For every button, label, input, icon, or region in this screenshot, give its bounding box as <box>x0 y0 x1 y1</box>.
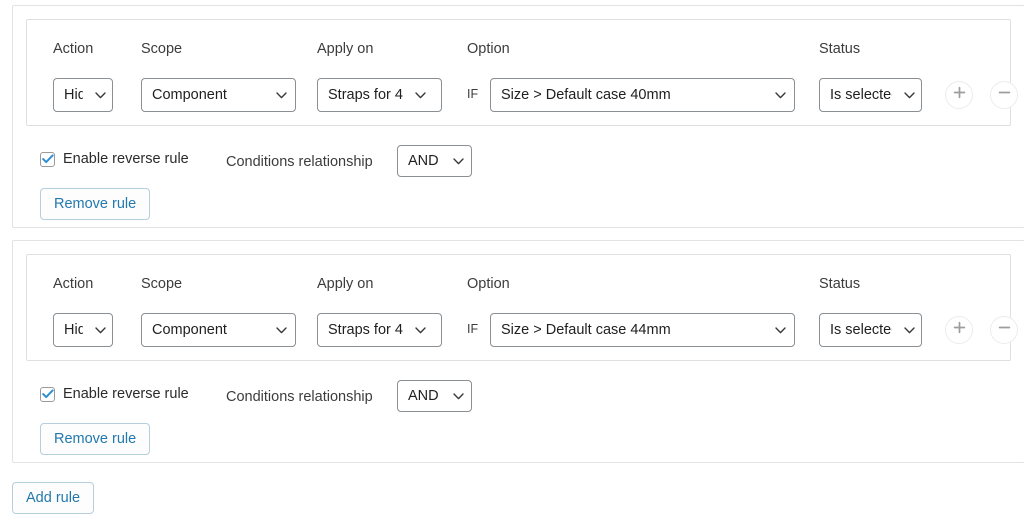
rule-block: Action Scope Apply on Option Status Hid … <box>12 240 1024 463</box>
status-select[interactable]: Is selected <box>819 313 922 347</box>
conditions-relationship-select[interactable]: AND <box>397 145 472 177</box>
column-header-status: Status <box>819 42 860 57</box>
status-select[interactable]: Is selected <box>819 78 922 112</box>
check-icon <box>42 386 54 404</box>
column-header-scope: Scope <box>141 42 182 57</box>
action-select-value: Hid <box>64 323 83 338</box>
scope-select-value: Component <box>152 88 227 103</box>
action-select-value: Hid <box>64 88 83 103</box>
rule-block: Action Scope Apply on Option Status Hid … <box>12 5 1024 228</box>
chevron-down-icon <box>898 92 915 99</box>
apply-on-select-value: Straps for 4 <box>328 88 403 103</box>
condition-controls-row: Hid Component Straps for 4 <box>27 313 1010 347</box>
column-header-action: Action <box>53 42 93 57</box>
conditions-relationship-select[interactable]: AND <box>397 380 472 412</box>
enable-reverse-rule-checkbox[interactable]: Enable reverse rule <box>40 387 189 402</box>
option-select-value: Size > Default case 40mm <box>501 88 671 103</box>
chevron-down-icon <box>89 92 106 99</box>
conditions-relationship-value: AND <box>408 389 439 404</box>
chevron-down-icon <box>769 92 786 99</box>
chevron-down-icon <box>409 92 426 99</box>
status-select-value: Is selected <box>830 88 892 103</box>
option-select[interactable]: Size > Default case 44mm <box>490 313 795 347</box>
chevron-down-icon <box>453 393 464 400</box>
chevron-down-icon <box>270 92 287 99</box>
minus-icon <box>998 86 1011 104</box>
remove-rule-button[interactable]: Remove rule <box>40 188 150 220</box>
column-header-status: Status <box>819 277 860 292</box>
checkbox-box <box>40 387 55 402</box>
column-header-option: Option <box>467 42 510 57</box>
enable-reverse-rule-label: Enable reverse rule <box>63 152 189 167</box>
scope-select[interactable]: Component <box>141 78 296 112</box>
status-select-value: Is selected <box>830 323 892 338</box>
remove-rule-button[interactable]: Remove rule <box>40 423 150 455</box>
conditions-relationship-label: Conditions relationship <box>226 155 373 170</box>
chevron-down-icon <box>89 327 106 334</box>
conditions-relationship-value: AND <box>408 154 439 169</box>
add-condition-button[interactable] <box>945 81 973 109</box>
checkbox-box <box>40 152 55 167</box>
condition-controls-row: Hid Component Straps for 4 <box>27 78 1010 112</box>
add-condition-button[interactable] <box>945 316 973 344</box>
action-select[interactable]: Hid <box>53 313 113 347</box>
apply-on-select[interactable]: Straps for 4 <box>317 313 442 347</box>
enable-reverse-rule-checkbox[interactable]: Enable reverse rule <box>40 152 189 167</box>
minus-icon <box>998 321 1011 339</box>
condition-card: Action Scope Apply on Option Status Hid … <box>26 19 1011 126</box>
remove-rule-wrapper: Remove rule <box>40 423 1011 455</box>
reverse-rule-row: Enable reverse rule Conditions relations… <box>26 152 1011 176</box>
column-header-scope: Scope <box>141 277 182 292</box>
chevron-down-icon <box>409 327 426 334</box>
enable-reverse-rule-label: Enable reverse rule <box>63 387 189 402</box>
condition-card: Action Scope Apply on Option Status Hid … <box>26 254 1011 361</box>
option-select-value: Size > Default case 44mm <box>501 323 671 338</box>
remove-condition-button[interactable] <box>990 316 1018 344</box>
apply-on-select[interactable]: Straps for 4 <box>317 78 442 112</box>
add-rule-button[interactable]: Add rule <box>12 482 94 514</box>
scope-select-value: Component <box>152 323 227 338</box>
if-label: IF <box>467 323 478 336</box>
column-header-apply-on: Apply on <box>317 42 373 57</box>
column-header-action: Action <box>53 277 93 292</box>
column-header-apply-on: Apply on <box>317 277 373 292</box>
option-select[interactable]: Size > Default case 40mm <box>490 78 795 112</box>
action-select[interactable]: Hid <box>53 78 113 112</box>
apply-on-select-value: Straps for 4 <box>328 323 403 338</box>
column-header-option: Option <box>467 277 510 292</box>
chevron-down-icon <box>270 327 287 334</box>
rules-editor-page: Action Scope Apply on Option Status Hid … <box>0 0 1024 520</box>
plus-icon <box>953 321 966 339</box>
if-label: IF <box>467 88 478 101</box>
remove-condition-button[interactable] <box>990 81 1018 109</box>
chevron-down-icon <box>453 158 464 165</box>
add-rule-wrapper: Add rule <box>12 482 94 514</box>
scope-select[interactable]: Component <box>141 313 296 347</box>
check-icon <box>42 151 54 169</box>
conditions-relationship-label: Conditions relationship <box>226 390 373 405</box>
remove-rule-wrapper: Remove rule <box>40 188 1011 220</box>
chevron-down-icon <box>898 327 915 334</box>
plus-icon <box>953 86 966 104</box>
chevron-down-icon <box>769 327 786 334</box>
reverse-rule-row: Enable reverse rule Conditions relations… <box>26 387 1011 411</box>
